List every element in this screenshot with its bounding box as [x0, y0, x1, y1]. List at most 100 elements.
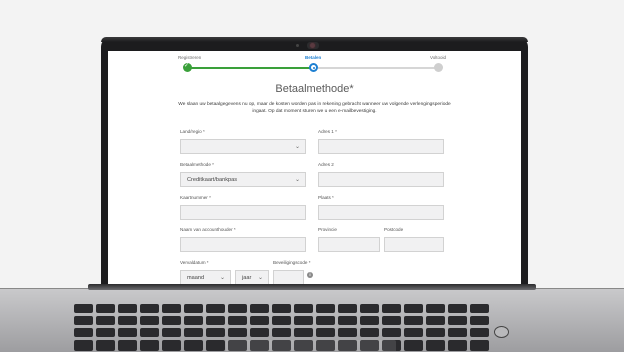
- keyboard-key: [316, 328, 335, 337]
- keyboard-key: [162, 316, 181, 325]
- keyboard-key: [426, 328, 445, 337]
- step-dot-complete: [434, 63, 443, 72]
- keyboard-key: [140, 340, 159, 351]
- webcam-indicator: [296, 44, 299, 47]
- keyboard-key: [118, 340, 137, 351]
- keyboard-key: [316, 316, 335, 325]
- keyboard-key: [272, 328, 291, 337]
- step-label-complete: Voltooid: [430, 55, 447, 60]
- keyboard-key: [206, 304, 225, 313]
- keyboard-key: [96, 340, 115, 351]
- keyboard-key: [96, 304, 115, 313]
- chevron-down-icon: ⌄: [257, 275, 263, 281]
- expiry-month-value: maand: [187, 275, 205, 281]
- step-dot-register: ✓: [183, 63, 192, 72]
- keyboard-key: [228, 304, 247, 313]
- address1-label: Adres 1 *: [318, 129, 337, 134]
- expiry-year-select[interactable]: jaar ⌄: [235, 270, 269, 285]
- keyboard-key: [294, 316, 313, 325]
- keyboard-deck-recess: [226, 340, 396, 351]
- keyboard-key: [382, 328, 401, 337]
- info-icon[interactable]: i: [307, 272, 313, 278]
- keyboard-key: [206, 316, 225, 325]
- keyboard-key: [360, 304, 379, 313]
- postcode-label: Postcode: [384, 227, 404, 232]
- power-button[interactable]: [494, 326, 509, 338]
- payment-method-select[interactable]: Creditkaart/bankpas ⌄: [180, 172, 306, 187]
- security-code-input[interactable]: [273, 270, 304, 285]
- keyboard-key: [404, 304, 423, 313]
- keyboard-key: [250, 328, 269, 337]
- keyboard-key: [294, 328, 313, 337]
- laptop-screen: Registreren Betalen Voltooid ✓ Betaalmet…: [108, 51, 521, 285]
- postcode-input[interactable]: [384, 237, 444, 252]
- keyboard-key: [228, 328, 247, 337]
- address2-input[interactable]: [318, 172, 444, 187]
- keyboard-key: [294, 304, 313, 313]
- webcam-lens: [310, 43, 315, 48]
- keyboard-key: [272, 304, 291, 313]
- keyboard-key: [162, 328, 181, 337]
- keyboard-key: [360, 316, 379, 325]
- keyboard-key: [206, 328, 225, 337]
- city-label: Plaats *: [318, 195, 334, 200]
- keyboard-key: [162, 304, 181, 313]
- intro-text: We slaan uw betaalgegevens nu op, maar d…: [178, 102, 451, 114]
- keyboard-key: [96, 316, 115, 325]
- keyboard-key: [228, 316, 247, 325]
- step-label-register: Registreren: [178, 55, 202, 60]
- laptop-hinge: [88, 284, 536, 290]
- keyboard-key: [404, 316, 423, 325]
- card-holder-label: Naam van accounthouder *: [180, 227, 236, 232]
- expiry-month-select[interactable]: maand ⌄: [180, 270, 231, 285]
- keyboard-key: [470, 328, 489, 337]
- keyboard-key: [162, 340, 181, 351]
- payment-method-label: Betaalmethode *: [180, 162, 214, 167]
- keyboard-key: [184, 328, 203, 337]
- keyboard-key: [404, 340, 423, 351]
- payment-method-value: Creditkaart/bankpas: [187, 177, 238, 183]
- keyboard-key: [338, 316, 357, 325]
- keyboard-key: [140, 316, 159, 325]
- card-number-input[interactable]: [180, 205, 306, 220]
- keyboard-key: [448, 328, 467, 337]
- chevron-down-icon: ⌄: [294, 144, 300, 150]
- keyboard-key: [382, 304, 401, 313]
- checkout-steps: Registreren Betalen Voltooid ✓: [108, 51, 521, 75]
- keyboard-key: [470, 340, 489, 351]
- keyboard-key: [184, 316, 203, 325]
- card-holder-input[interactable]: [180, 237, 306, 252]
- keyboard-key: [272, 316, 291, 325]
- keyboard-key: [206, 340, 225, 351]
- step-progress-line-todo: [318, 67, 436, 69]
- step-dot-payment: [309, 63, 318, 72]
- city-input[interactable]: [318, 205, 444, 220]
- keyboard-key: [118, 316, 137, 325]
- country-label: Land/regio *: [180, 129, 205, 134]
- expiry-label: Vervaldatum *: [180, 260, 209, 265]
- keyboard-key: [118, 304, 137, 313]
- address1-input[interactable]: [318, 139, 444, 154]
- keyboard-key: [426, 340, 445, 351]
- keyboard-key: [74, 340, 93, 351]
- keyboard-key: [426, 316, 445, 325]
- chevron-down-icon: ⌄: [294, 177, 300, 183]
- page-title: Betaalmethode*: [275, 83, 354, 95]
- keyboard-key: [338, 328, 357, 337]
- keyboard-key: [316, 304, 335, 313]
- keyboard-key: [404, 328, 423, 337]
- keyboard-key: [470, 304, 489, 313]
- checkmark-icon: ✓: [184, 63, 190, 69]
- keyboard-key: [250, 304, 269, 313]
- keyboard-key: [470, 316, 489, 325]
- keyboard-key: [448, 316, 467, 325]
- keyboard-key: [140, 304, 159, 313]
- keyboard-key: [250, 316, 269, 325]
- keyboard-key: [74, 328, 93, 337]
- keyboard-key: [140, 328, 159, 337]
- country-select[interactable]: ⌄: [180, 139, 306, 154]
- address2-label: Adres 2: [318, 162, 334, 167]
- province-input[interactable]: [318, 237, 380, 252]
- keyboard-key: [96, 328, 115, 337]
- step-label-payment: Betalen: [305, 55, 322, 60]
